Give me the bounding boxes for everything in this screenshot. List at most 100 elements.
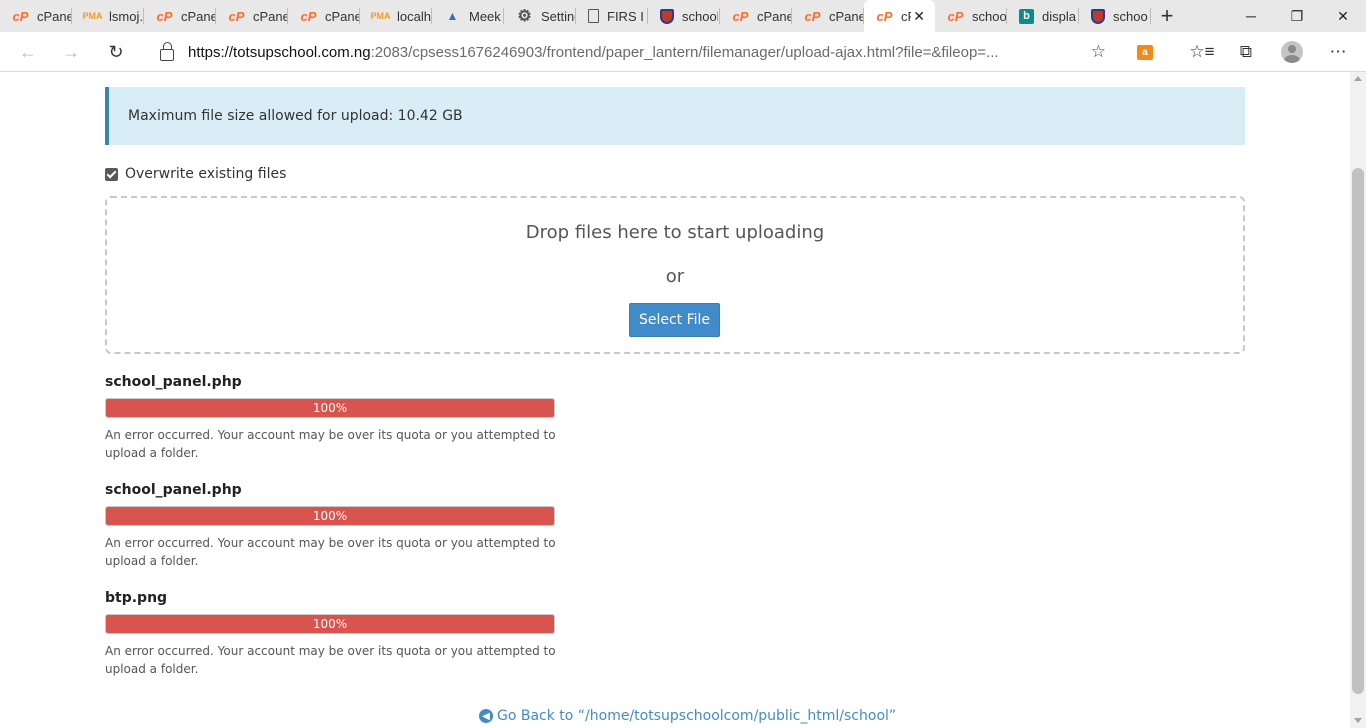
- arrow-left-circle-icon: ◀: [479, 709, 493, 723]
- scroll-up-icon[interactable]: [1354, 76, 1362, 81]
- upload-progress-bar: 100%: [105, 614, 555, 634]
- tab-label: schoo: [1113, 8, 1148, 24]
- phpmyadmin-icon: PMA: [82, 11, 103, 21]
- scrollbar-thumb[interactable]: [1352, 168, 1364, 694]
- browser-tab[interactable]: cP schoo: [935, 0, 1007, 32]
- upload-progress-text: 100%: [312, 401, 348, 415]
- refresh-icon[interactable]: ↻: [98, 34, 134, 70]
- back-arrow-icon[interactable]: ←: [10, 34, 46, 70]
- favorites-list-icon[interactable]: ☆≡: [1182, 32, 1222, 72]
- browser-tab[interactable]: cP cPanel: [792, 0, 864, 32]
- cpanel-icon: cP: [300, 8, 317, 24]
- upload-progress-text: 100%: [312, 509, 348, 523]
- max-file-size-text: Maximum file size allowed for upload: 10…: [128, 108, 463, 124]
- upload-progress-text: 100%: [312, 617, 348, 631]
- browser-tab[interactable]: cP cPanel: [0, 0, 72, 32]
- go-back-text: Go Back to “/home/totsupschoolcom/public…: [497, 708, 897, 724]
- browser-tab[interactable]: ⚙ Setting: [504, 0, 576, 32]
- browser-tab[interactable]: FIRS I: [576, 0, 648, 32]
- browser-tab[interactable]: schoo: [1079, 0, 1151, 32]
- browser-tab[interactable]: PMA localh: [360, 0, 432, 32]
- overwrite-label: Overwrite existing files: [125, 166, 287, 182]
- file-dropzone[interactable]: Drop files here to start uploading or Se…: [105, 196, 1245, 354]
- page-scrollbar[interactable]: [1350, 72, 1366, 728]
- url-host: https://totsupschool.com.ng: [188, 43, 371, 61]
- forward-arrow-icon[interactable]: →: [53, 34, 89, 70]
- cpanel-icon: cP: [947, 8, 964, 24]
- shield-icon: [1091, 8, 1105, 24]
- tab-label: cPanel: [181, 8, 216, 24]
- bing-icon: b: [1019, 8, 1034, 24]
- upload-error-message: An error occurred. Your account may be o…: [105, 536, 556, 568]
- tab-label: displa: [1042, 8, 1076, 24]
- cpanel-icon: cP: [228, 8, 245, 24]
- address-bar[interactable]: https://totsupschool.com.ng:2083/cpsess1…: [144, 36, 1118, 68]
- upload-item: school_panel.php 100% An error occurred.…: [105, 374, 575, 462]
- upload-filename: school_panel.php: [105, 482, 242, 498]
- tab-label: localh: [397, 8, 431, 24]
- upload-item: btp.png 100% An error occurred. Your acc…: [105, 590, 575, 678]
- upload-item: school_panel.php 100% An error occurred.…: [105, 482, 575, 570]
- favorite-star-icon[interactable]: ☆: [1091, 42, 1106, 62]
- upload-progress-bar: 100%: [105, 506, 555, 526]
- tab-label: cPanel: [325, 8, 360, 24]
- gear-icon: ⚙: [517, 8, 532, 25]
- browser-tab[interactable]: PMA lsmoj.c: [72, 0, 144, 32]
- close-icon[interactable]: ✕: [913, 8, 925, 24]
- cpanel-icon: cP: [876, 8, 893, 24]
- browser-tab[interactable]: school: [648, 0, 720, 32]
- shopping-icon[interactable]: a: [1125, 32, 1165, 72]
- upload-filename: school_panel.php: [105, 374, 242, 390]
- upload-error-message: An error occurred. Your account may be o…: [105, 428, 556, 460]
- page-content: Maximum file size allowed for upload: 10…: [0, 72, 1350, 728]
- browser-tab-active[interactable]: cPcP✕: [864, 0, 935, 32]
- browser-tab[interactable]: b displa: [1007, 0, 1079, 32]
- tab-label: lsmoj.c: [109, 8, 144, 24]
- tab-label: Setting: [541, 8, 576, 24]
- select-file-button[interactable]: Select File: [629, 303, 720, 337]
- upload-error-message: An error occurred. Your account may be o…: [105, 644, 556, 676]
- max-file-size-alert: Maximum file size allowed for upload: 10…: [105, 87, 1245, 145]
- minimize-button[interactable]: ─: [1228, 0, 1274, 32]
- overwrite-option[interactable]: Overwrite existing files: [105, 166, 286, 182]
- cpanel-icon: cP: [732, 8, 749, 24]
- meek-icon: ▲: [446, 9, 459, 23]
- tab-label: cPanel: [829, 8, 864, 24]
- lock-icon: [160, 42, 174, 61]
- cpanel-icon: cP: [804, 8, 821, 24]
- more-menu-icon[interactable]: ⋯: [1318, 32, 1358, 72]
- dropzone-or: or: [665, 266, 685, 287]
- scroll-down-icon[interactable]: [1354, 718, 1362, 723]
- tab-label: cPanel: [37, 8, 72, 24]
- avatar: [1281, 41, 1303, 63]
- tab-label: cPanel: [757, 8, 792, 24]
- browser-tab[interactable]: cP cPanel: [144, 0, 216, 32]
- tab-label: cPanel: [253, 8, 288, 24]
- cpanel-icon: cP: [156, 8, 173, 24]
- restore-button[interactable]: ❐: [1274, 0, 1320, 32]
- upload-progress-bar: 100%: [105, 398, 555, 418]
- phpmyadmin-icon: PMA: [370, 11, 391, 21]
- window-close-button[interactable]: ✕: [1320, 0, 1366, 32]
- new-tab-button[interactable]: +: [1151, 0, 1183, 32]
- tab-label: Meek: [469, 8, 501, 24]
- overwrite-checkbox[interactable]: [105, 167, 118, 181]
- shield-icon: [660, 8, 674, 24]
- browser-tab[interactable]: cP cPanel: [720, 0, 792, 32]
- upload-filename: btp.png: [105, 590, 168, 606]
- document-icon: [588, 9, 599, 23]
- browser-tab[interactable]: cP cPanel: [216, 0, 288, 32]
- profile-avatar[interactable]: [1272, 32, 1312, 72]
- tab-label: cP: [901, 8, 911, 24]
- browser-tab[interactable]: ▲ Meek: [432, 0, 504, 32]
- url-path: :2083/cpsess1676246903/frontend/paper_la…: [370, 43, 999, 61]
- browser-tab[interactable]: cP cPanel: [288, 0, 360, 32]
- cpanel-icon: cP: [12, 8, 29, 24]
- collections-icon[interactable]: ⧉: [1226, 32, 1266, 72]
- tab-label: FIRS I: [607, 8, 643, 24]
- tab-label: schoo: [972, 8, 1007, 24]
- dropzone-title: Drop files here to start uploading: [525, 222, 825, 243]
- tab-strip: cP cPanel PMA lsmoj.c cP cPanel cP cPanel cP…: [0, 0, 1366, 32]
- tab-label: school: [682, 8, 718, 24]
- go-back-link[interactable]: ◀ Go Back to “/home/totsupschoolcom/publ…: [479, 708, 896, 724]
